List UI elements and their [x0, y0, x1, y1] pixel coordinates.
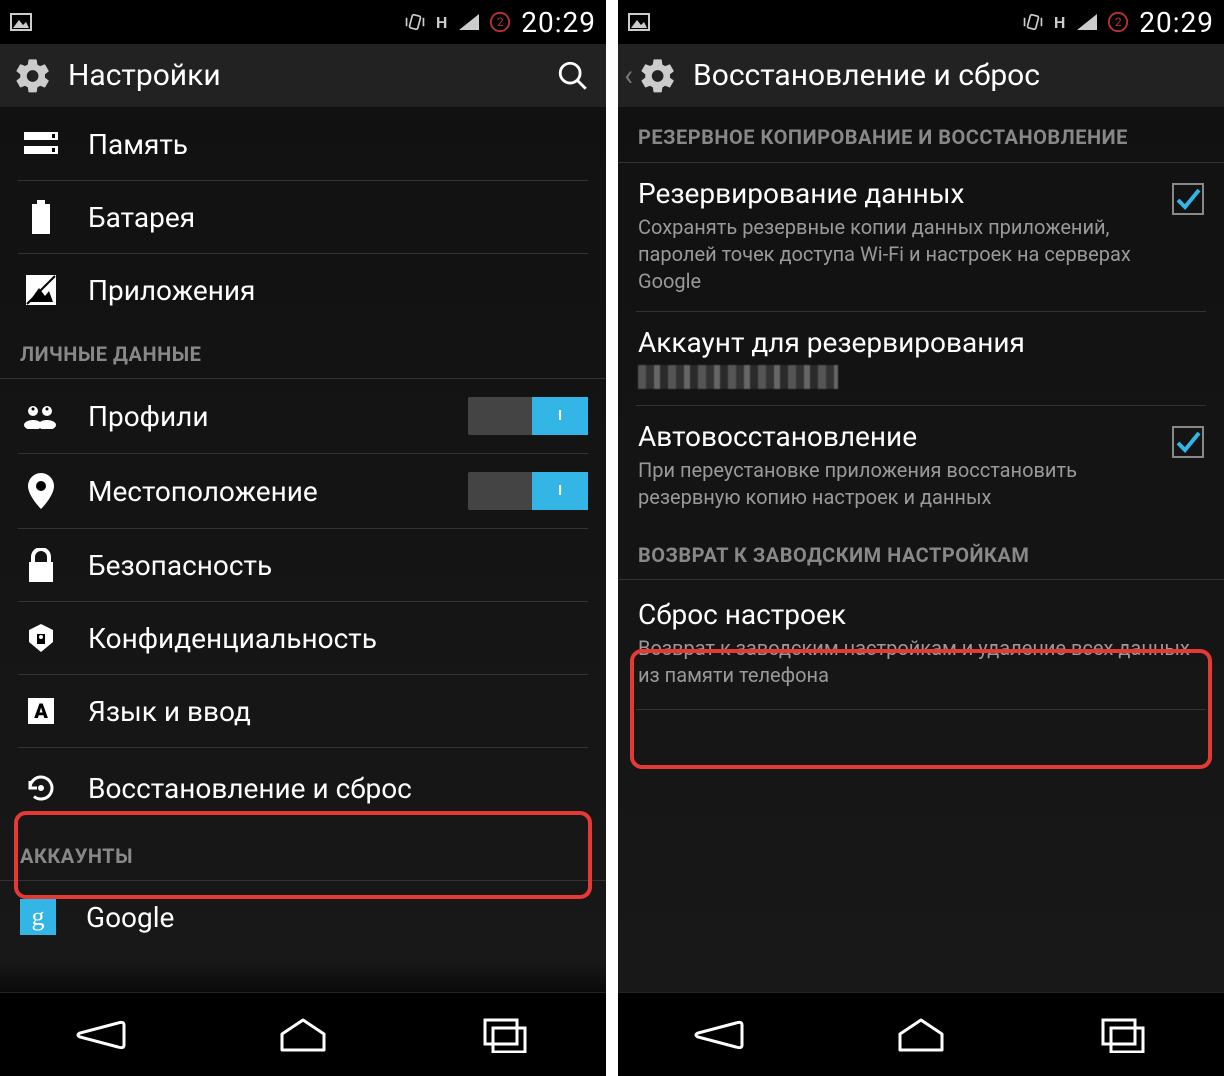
- row-label: Местоположение: [88, 475, 468, 508]
- page-title: Настройки: [68, 58, 550, 93]
- row-label: Google: [86, 901, 588, 934]
- nav-back[interactable]: [659, 1010, 779, 1060]
- row-auto-restore[interactable]: Автовосстановление При переустановке при…: [636, 406, 1206, 527]
- language-icon: A: [20, 693, 62, 729]
- vibrate-icon: [1022, 11, 1044, 33]
- nav-back[interactable]: [41, 1010, 161, 1060]
- section-header-accounts: АККАУНТЫ: [0, 828, 606, 881]
- nav-bar: [0, 992, 606, 1076]
- storage-icon: [20, 126, 62, 162]
- battery-icon: 2: [489, 11, 511, 33]
- page-title: Восстановление и сброс: [693, 58, 1214, 93]
- section-header-backup: РЕЗЕРВНОЕ КОПИРОВАНИЕ И ВОССТАНОВЛЕНИЕ: [618, 108, 1224, 163]
- privacy-icon: [20, 620, 62, 656]
- location-toggle[interactable]: I: [468, 472, 588, 510]
- image-icon: [628, 11, 650, 33]
- row-location[interactable]: Местоположение I: [18, 454, 588, 529]
- row-memory[interactable]: Память: [18, 108, 588, 181]
- row-subtitle: Сохранять резервные копии данных приложе…: [638, 214, 1152, 295]
- network-type-badge: H: [1054, 13, 1065, 32]
- restore-icon: [20, 770, 62, 806]
- settings-list: Память Батарея Приложения ЛИЧНЫЕ ДАННЫЕ …: [0, 108, 606, 992]
- title-bar-settings: Настройки: [0, 44, 606, 108]
- row-apps[interactable]: Приложения: [18, 254, 588, 326]
- profiles-toggle[interactable]: I: [468, 397, 588, 435]
- row-google[interactable]: g Google: [18, 881, 588, 943]
- account-email-redacted: [638, 365, 838, 389]
- row-security[interactable]: Безопасность: [18, 529, 588, 602]
- row-label: Батарея: [88, 201, 588, 234]
- nav-recent[interactable]: [445, 1010, 565, 1060]
- signal-icon: [1075, 11, 1097, 33]
- battery-icon: [20, 199, 62, 235]
- row-factory-reset[interactable]: Сброс настроек Возврат к заводским настр…: [636, 580, 1206, 710]
- row-backup-account[interactable]: Аккаунт для резервирования: [636, 312, 1206, 406]
- profiles-icon: [20, 398, 62, 434]
- row-language[interactable]: A Язык и ввод: [18, 675, 588, 748]
- phone-left: H 2 20:29 Настройки Память: [0, 0, 606, 1076]
- row-subtitle: При переустановке приложения восстановит…: [638, 457, 1152, 511]
- row-label: Восстановление и сброс: [88, 772, 588, 805]
- location-icon: [20, 473, 62, 509]
- vibrate-icon: [404, 11, 426, 33]
- row-profiles[interactable]: Профили I: [18, 379, 588, 454]
- section-header-personal: ЛИЧНЫЕ ДАННЫЕ: [0, 326, 606, 379]
- row-label: Память: [88, 128, 588, 161]
- row-label: Конфиденциальность: [88, 622, 588, 655]
- auto-restore-checkbox[interactable]: [1172, 426, 1204, 458]
- row-label: Профили: [88, 400, 468, 433]
- network-type-badge: H: [436, 13, 447, 32]
- apps-icon: [20, 272, 62, 308]
- search-button[interactable]: [550, 53, 596, 99]
- battery-icon: 2: [1107, 11, 1129, 33]
- nav-bar: [618, 992, 1224, 1076]
- row-title: Аккаунт для резервирования: [638, 326, 1204, 359]
- row-title: Автовосстановление: [638, 420, 1152, 453]
- row-title: Резервирование данных: [638, 177, 1152, 210]
- nav-home[interactable]: [243, 1010, 363, 1060]
- nav-recent[interactable]: [1063, 1010, 1183, 1060]
- row-privacy[interactable]: Конфиденциальность: [18, 602, 588, 675]
- backup-data-checkbox[interactable]: [1172, 183, 1204, 215]
- svg-text:A: A: [33, 699, 48, 723]
- title-bar-backup[interactable]: ‹ Восстановление и сброс: [618, 44, 1224, 108]
- signal-icon: [457, 11, 479, 33]
- status-time: 20:29: [1139, 6, 1214, 39]
- lock-icon: [20, 547, 62, 583]
- gear-icon: [635, 53, 681, 99]
- back-caret-icon[interactable]: ‹: [624, 58, 633, 93]
- image-icon: [10, 11, 32, 33]
- row-subtitle: Возврат к заводским настройкам и удалени…: [638, 635, 1204, 689]
- row-label: Приложения: [88, 274, 588, 307]
- gear-icon: [10, 53, 56, 99]
- status-bar: H 2 20:29: [0, 0, 606, 44]
- google-icon: g: [20, 899, 56, 935]
- status-bar: H 2 20:29: [618, 0, 1224, 44]
- row-title: Сброс настроек: [638, 598, 1204, 631]
- row-label: Язык и ввод: [88, 695, 588, 728]
- status-time: 20:29: [521, 6, 596, 39]
- row-backup-reset[interactable]: Восстановление и сброс: [18, 748, 588, 828]
- phone-right: H 2 20:29 ‹ Восстановление и сброс РЕЗЕР…: [618, 0, 1224, 1076]
- nav-home[interactable]: [861, 1010, 981, 1060]
- row-backup-data[interactable]: Резервирование данных Сохранять резервны…: [636, 163, 1206, 312]
- row-battery[interactable]: Батарея: [18, 181, 588, 254]
- row-label: Безопасность: [88, 549, 588, 582]
- backup-list: РЕЗЕРВНОЕ КОПИРОВАНИЕ И ВОССТАНОВЛЕНИЕ Р…: [618, 108, 1224, 992]
- section-header-factory: ВОЗВРАТ К ЗАВОДСКИМ НАСТРОЙКАМ: [618, 527, 1224, 580]
